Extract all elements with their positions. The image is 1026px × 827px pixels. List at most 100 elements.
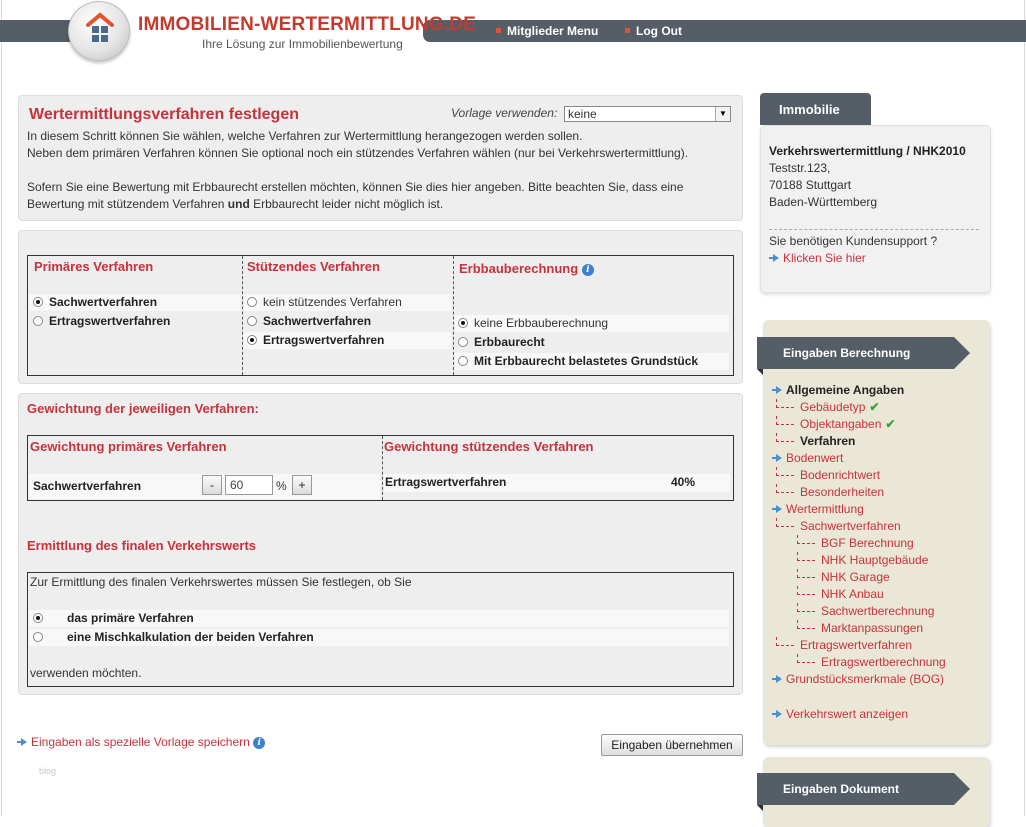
save-template-link[interactable]: Eingaben als spezielle Vorlage speichern… — [17, 734, 266, 751]
divider — [769, 229, 979, 230]
column-divider — [242, 256, 243, 375]
show-value-link[interactable]: Verkehrswert anzeigen — [772, 706, 908, 723]
option-label: Sachwertverfahren — [49, 295, 158, 309]
supporting-option-none[interactable]: kein stützendes Verfahren — [247, 294, 402, 311]
radio-selected-icon[interactable] — [247, 334, 257, 345]
calc-nav-item[interactable]: BGF Berechnung — [797, 535, 914, 552]
info-icon[interactable]: i — [253, 736, 266, 749]
supporting-weighting-heading: Gewichtung stützendes Verfahren — [384, 439, 594, 454]
info-icon[interactable]: i — [581, 263, 594, 276]
final-option-primary[interactable]: das primäre Verfahren — [33, 610, 194, 627]
calc-nav-item[interactable]: Besonderheiten — [776, 484, 884, 501]
calc-nav-item[interactable]: Gebäudetyp ✔ — [776, 399, 879, 416]
calc-nav-item[interactable]: Allgemeine Angaben — [772, 382, 904, 399]
tree-connector — [776, 518, 794, 528]
percent-unit: % — [276, 479, 287, 493]
support-question: Sie benötigen Kundensupport ? — [769, 234, 938, 248]
option-label: Erbbaurecht — [474, 335, 545, 349]
radio-icon[interactable] — [247, 315, 257, 326]
tree-connector — [776, 399, 794, 409]
address-line: 70188 Stuttgart — [769, 178, 852, 192]
template-label: Vorlage verwenden: — [451, 106, 558, 120]
final-value-title: Ermittlung des finalen Verkehrswerts — [27, 538, 257, 553]
calc-nav-item[interactable]: Sachwertberechnung — [797, 603, 934, 620]
submit-button[interactable]: Eingaben übernehmen — [601, 734, 743, 756]
increase-weight-button[interactable]: + — [292, 475, 312, 495]
property-tab[interactable]: Immobilie — [760, 93, 871, 125]
radio-selected-icon[interactable] — [458, 317, 468, 328]
leasehold-option-none[interactable]: keine Erbbauberechnung — [458, 315, 608, 332]
calc-nav-item[interactable]: Objektangaben ✔ — [776, 416, 895, 433]
supporting-option-ertragswert[interactable]: Ertragswertverfahren — [247, 332, 384, 349]
option-label: keine Erbbauberechnung — [474, 316, 609, 330]
weighting-title: Gewichtung der jeweiligen Verfahren: — [27, 401, 259, 416]
chevron-down-icon[interactable]: ▼ — [715, 107, 730, 121]
leasehold-option-erbbaurecht[interactable]: Erbbaurecht — [458, 334, 545, 351]
nav-log-out[interactable]: Log Out — [625, 24, 682, 38]
calc-nav-item[interactable]: Wertermittlung — [772, 501, 864, 518]
tree-connector — [797, 603, 815, 613]
weighting-value: 40% — [671, 475, 696, 489]
calc-nav-label: Sachwertberechnung — [821, 604, 935, 618]
intro-text-line: Neben dem primären Verfahren können Sie … — [27, 146, 689, 160]
calc-nav-item[interactable]: Bodenwert — [772, 450, 843, 467]
weighting-label: Sachwertverfahren — [33, 479, 142, 493]
option-label: Sachwertverfahren — [263, 314, 372, 328]
primary-option-sachwert[interactable]: Sachwertverfahren — [33, 294, 157, 311]
primary-weight-input[interactable]: 60 — [225, 475, 273, 495]
nav-mitglieder-menu[interactable]: Mitglieder Menu — [496, 24, 598, 38]
calc-nav-label: NHK Anbau — [821, 587, 884, 601]
calc-nav-item[interactable]: Sachwertverfahren — [776, 518, 901, 535]
column-divider — [382, 436, 383, 500]
radio-icon[interactable] — [458, 355, 468, 366]
leasehold-option-encumbered[interactable]: Mit Erbbaurecht belastetes Grundstück — [458, 353, 698, 370]
radio-icon[interactable] — [33, 315, 43, 326]
primary-weighting-label: Sachwertverfahren — [33, 478, 141, 495]
supporting-method-heading: Stützendes Verfahren — [247, 259, 380, 274]
arrow-right-icon — [772, 385, 782, 394]
calc-nav-item[interactable]: NHK Anbau — [797, 586, 884, 603]
decrease-weight-button[interactable]: - — [202, 475, 222, 495]
support-link[interactable]: Klicken Sie hier — [769, 250, 866, 267]
primary-option-ertragswert[interactable]: Ertragswertverfahren — [33, 313, 170, 330]
support-link-label: Klicken Sie hier — [783, 251, 866, 265]
calc-nav-item[interactable]: NHK Garage — [797, 569, 890, 586]
calc-nav-item[interactable]: NHK Hauptgebäude — [797, 552, 928, 569]
final-option-mixed[interactable]: eine Mischkalkulation der beiden Verfahr… — [33, 629, 314, 646]
blog-text: blog — [39, 766, 57, 776]
calc-nav-label: NHK Garage — [821, 570, 890, 584]
final-value-suffix: verwenden möchten. — [30, 666, 142, 680]
calc-nav-label: Wertermittlung — [786, 502, 864, 516]
leasehold-heading: Erbbauberechnung i — [459, 261, 594, 276]
tree-connector — [797, 586, 815, 596]
intro-text-line: Bewertung mit stützendem Verfahren und E… — [27, 196, 443, 213]
calc-nav-item[interactable]: Verfahren — [776, 433, 855, 450]
calc-nav-item[interactable]: Ertragswertberechnung — [797, 654, 946, 671]
doc-nav-heading: Eingaben Dokument — [757, 773, 970, 811]
calc-nav-item[interactable]: Grundstücksmerkmale (BOG) — [772, 671, 944, 688]
supporting-option-sachwert[interactable]: Sachwertverfahren — [247, 313, 371, 330]
page-title: Wertermittlungsverfahren festlegen — [29, 106, 299, 123]
intro-text-bold: und — [227, 197, 250, 211]
radio-icon[interactable] — [33, 631, 43, 642]
calc-nav-label: Objektangaben — [800, 417, 882, 431]
radio-selected-icon[interactable] — [33, 296, 43, 307]
radio-icon[interactable] — [247, 296, 257, 307]
tree-connector — [776, 637, 794, 647]
calc-nav-item[interactable]: Marktanpassungen — [797, 620, 923, 637]
property-title: Verkehrswertermittlung / NHK2010 — [769, 144, 966, 158]
calc-nav-label: Grundstücksmerkmale (BOG) — [786, 672, 945, 686]
logo-title[interactable]: IMMOBILIEN-WERTERMITTLUNG.DE — [138, 14, 476, 36]
calc-nav-item[interactable]: Bodenrichtwert — [776, 467, 880, 484]
supporting-weight-value: 40% — [671, 474, 695, 491]
nav-label: Mitglieder Menu — [507, 24, 599, 38]
radio-selected-icon[interactable] — [33, 612, 43, 623]
calc-nav-item[interactable]: Ertragswertverfahren — [776, 637, 912, 654]
primary-weighting-heading: Gewichtung primäres Verfahren — [30, 439, 227, 454]
radio-icon[interactable] — [458, 336, 468, 347]
nav-label: Log Out — [636, 24, 682, 38]
calc-nav-label: Allgemeine Angaben — [786, 383, 905, 397]
template-select[interactable]: keine ▼ — [564, 106, 731, 122]
leasehold-heading-label: Erbbauberechnung — [459, 261, 579, 276]
tree-connector — [797, 654, 815, 664]
